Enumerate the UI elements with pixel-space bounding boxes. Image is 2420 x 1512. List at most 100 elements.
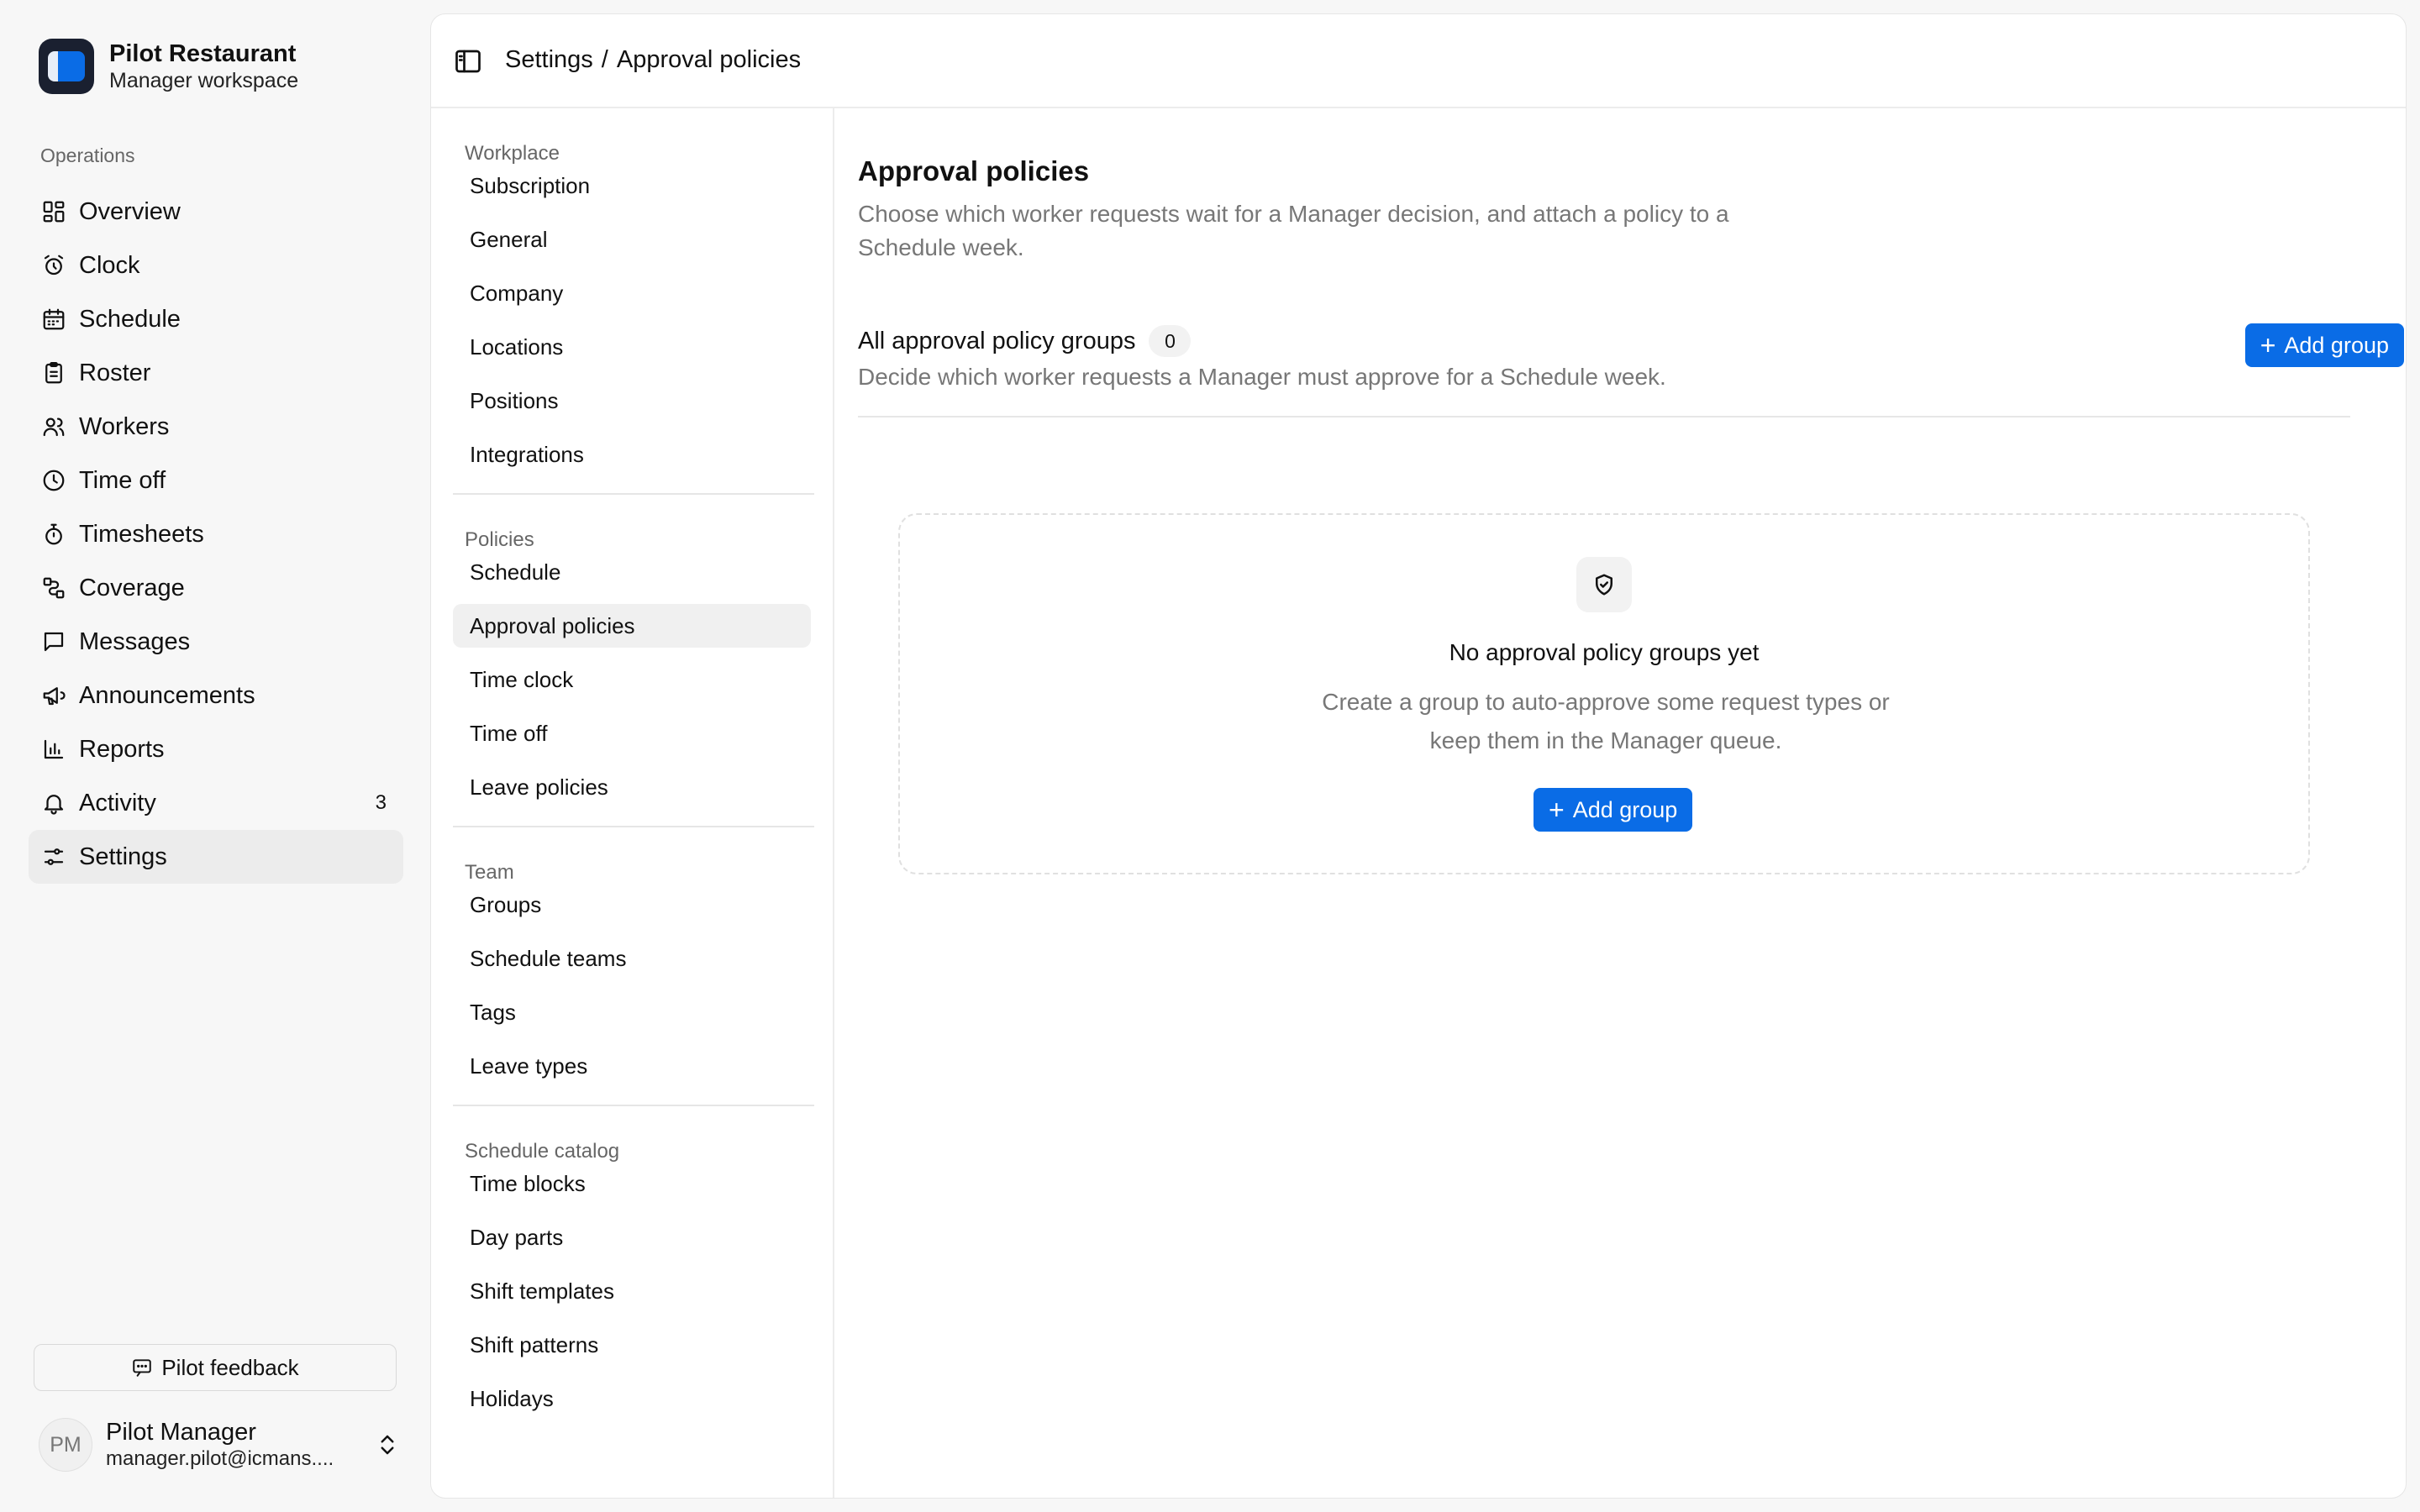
empty-add-group-button[interactable]: + Add group	[1534, 788, 1693, 832]
activity-count-badge: 3	[375, 791, 387, 814]
breadcrumb-separator: /	[601, 46, 608, 73]
sidebar-item-label: Messages	[79, 627, 191, 655]
sidebar-item-schedule[interactable]: Schedule	[29, 292, 403, 346]
clock-icon	[40, 467, 67, 494]
subnav-item-leave-policies[interactable]: Leave policies	[453, 765, 811, 809]
subnav-item-tags[interactable]: Tags	[453, 990, 811, 1034]
sidebar-item-workers[interactable]: Workers	[29, 400, 403, 454]
sidebar-item-announcements[interactable]: Announcements	[29, 669, 403, 722]
sidebar-item-label: Clock	[79, 251, 140, 279]
subnav-item-positions[interactable]: Positions	[453, 379, 811, 423]
brand-subtitle: Manager workspace	[109, 69, 299, 92]
sidebar-item-label: Overview	[79, 197, 181, 225]
sidebar-toggle-icon[interactable]	[453, 46, 483, 76]
subnav-item-holidays[interactable]: Holidays	[453, 1377, 811, 1420]
bar-chart-icon	[40, 736, 67, 763]
sidebar-item-label: Activity	[79, 789, 156, 816]
shield-check-icon	[1576, 557, 1632, 612]
breadcrumb-current: Approval policies	[616, 46, 802, 73]
app-sidebar: Pilot Restaurant Manager workspace Opera…	[0, 0, 429, 1512]
plus-icon: +	[1549, 795, 1565, 825]
chevrons-up-down-icon	[381, 1435, 394, 1455]
subnav-item-approval-policies[interactable]: Approval policies	[453, 604, 811, 648]
subnav-item-time-clock[interactable]: Time clock	[453, 658, 811, 701]
subnav-item-company[interactable]: Company	[453, 271, 811, 315]
sidebar-item-overview[interactable]: Overview	[29, 185, 403, 239]
subnav-item-day-parts[interactable]: Day parts	[453, 1215, 811, 1259]
brand-name: Pilot Restaurant	[109, 40, 297, 67]
page-title: Approval policies	[858, 155, 1090, 186]
subnav-divider	[453, 826, 814, 827]
message-square-icon	[133, 1359, 152, 1377]
sidebar-item-messages[interactable]: Messages	[29, 615, 403, 669]
groups-header: All approval policy groups 0	[858, 325, 1192, 357]
top-bar: Settings / Approval policies	[431, 14, 2406, 108]
subnav-item-locations[interactable]: Locations	[453, 325, 811, 369]
empty-state-description: Create a group to auto-approve some requ…	[1322, 689, 1890, 753]
main-nav: Overview Clock Schedule Roster Workers Time o…	[29, 185, 403, 884]
sidebar-item-time-off[interactable]: Time off	[29, 454, 403, 507]
empty-add-group-label: Add group	[1572, 796, 1678, 822]
add-group-label: Add group	[2284, 332, 2389, 358]
pilot-feedback-button[interactable]: Pilot feedback	[34, 1344, 397, 1391]
pilot-feedback-label: Pilot feedback	[161, 1354, 299, 1380]
settings-content: Approval policies Choose which worker re…	[834, 108, 2406, 1498]
subnav-item-time-blocks[interactable]: Time blocks	[453, 1162, 811, 1205]
user-menu[interactable]: PM Pilot Manager manager.pilot@icmans...…	[39, 1418, 400, 1472]
sidebar-item-label: Roster	[79, 359, 151, 386]
calendar-icon	[40, 306, 67, 333]
sidebar-item-timesheets[interactable]: Timesheets	[29, 507, 403, 561]
subnav-divider	[453, 493, 814, 495]
megaphone-icon	[40, 682, 67, 709]
sidebar-item-roster[interactable]: Roster	[29, 346, 403, 400]
sidebar-item-label: Schedule	[79, 305, 181, 333]
sidebar-item-activity[interactable]: Activity 3	[29, 776, 403, 830]
breadcrumb: Settings / Approval policies	[505, 46, 801, 74]
empty-state-title: No approval policy groups yet	[1449, 639, 1760, 665]
grid-icon	[40, 198, 67, 225]
groups-title: All approval policy groups	[858, 327, 1136, 354]
subnav-item-time-off[interactable]: Time off	[453, 711, 811, 755]
groups-count-badge: 0	[1149, 325, 1192, 357]
sidebar-item-clock[interactable]: Clock	[29, 239, 403, 292]
sidebar-item-coverage[interactable]: Coverage	[29, 561, 403, 615]
sidebar-item-label: Workers	[79, 412, 170, 440]
add-group-button[interactable]: + Add group	[2244, 323, 2404, 367]
settings-subnav: Workplace Subscription General Company Locat…	[431, 108, 834, 1498]
divider	[858, 416, 2350, 417]
sidebar-item-reports[interactable]: Reports	[29, 722, 403, 776]
subnav-item-schedule-teams[interactable]: Schedule teams	[453, 937, 811, 980]
bell-icon	[40, 790, 67, 816]
subnav-item-leave-types[interactable]: Leave types	[453, 1044, 811, 1088]
workspace-switcher[interactable]: Pilot Restaurant Manager workspace	[39, 39, 298, 94]
sidebar-item-settings[interactable]: Settings	[29, 830, 403, 884]
subnav-item-shift-patterns[interactable]: Shift patterns	[453, 1323, 811, 1367]
app-root: Pilot Restaurant Manager workspace Opera…	[0, 0, 2420, 1512]
subnav-divider	[453, 1105, 814, 1106]
page-description: Choose which worker requests wait for a …	[858, 201, 1729, 260]
stopwatch-icon	[40, 521, 67, 548]
sidebar-item-label: Time off	[79, 466, 166, 494]
alarm-clock-icon	[40, 252, 67, 279]
sidebar-item-label: Coverage	[79, 574, 185, 601]
breadcrumb-settings[interactable]: Settings	[505, 46, 593, 74]
users-icon	[40, 413, 67, 440]
avatar: PM	[39, 1418, 92, 1472]
subnav-item-schedule[interactable]: Schedule	[453, 550, 811, 594]
sidebar-item-label: Settings	[79, 843, 167, 870]
sliders-icon	[40, 843, 67, 870]
subnav-item-shift-templates[interactable]: Shift templates	[453, 1269, 811, 1313]
subnav-group-label: Workplace	[465, 142, 560, 165]
sidebar-item-label: Reports	[79, 735, 165, 763]
subnav-item-general[interactable]: General	[453, 218, 811, 261]
sidebar-item-label: Timesheets	[79, 520, 204, 548]
user-name: Pilot Manager	[106, 1419, 256, 1446]
subnav-item-groups[interactable]: Groups	[453, 883, 811, 927]
user-email: manager.pilot@icmans....	[106, 1447, 334, 1470]
plus-icon: +	[2260, 330, 2276, 360]
main-panel: Settings / Approval policies Workplace Su…	[430, 13, 2407, 1499]
subnav-item-subscription[interactable]: Subscription	[453, 164, 811, 207]
brand-logo-icon	[39, 39, 94, 94]
sidebar-item-label: Announcements	[79, 681, 255, 709]
subnav-item-integrations[interactable]: Integrations	[453, 433, 811, 476]
